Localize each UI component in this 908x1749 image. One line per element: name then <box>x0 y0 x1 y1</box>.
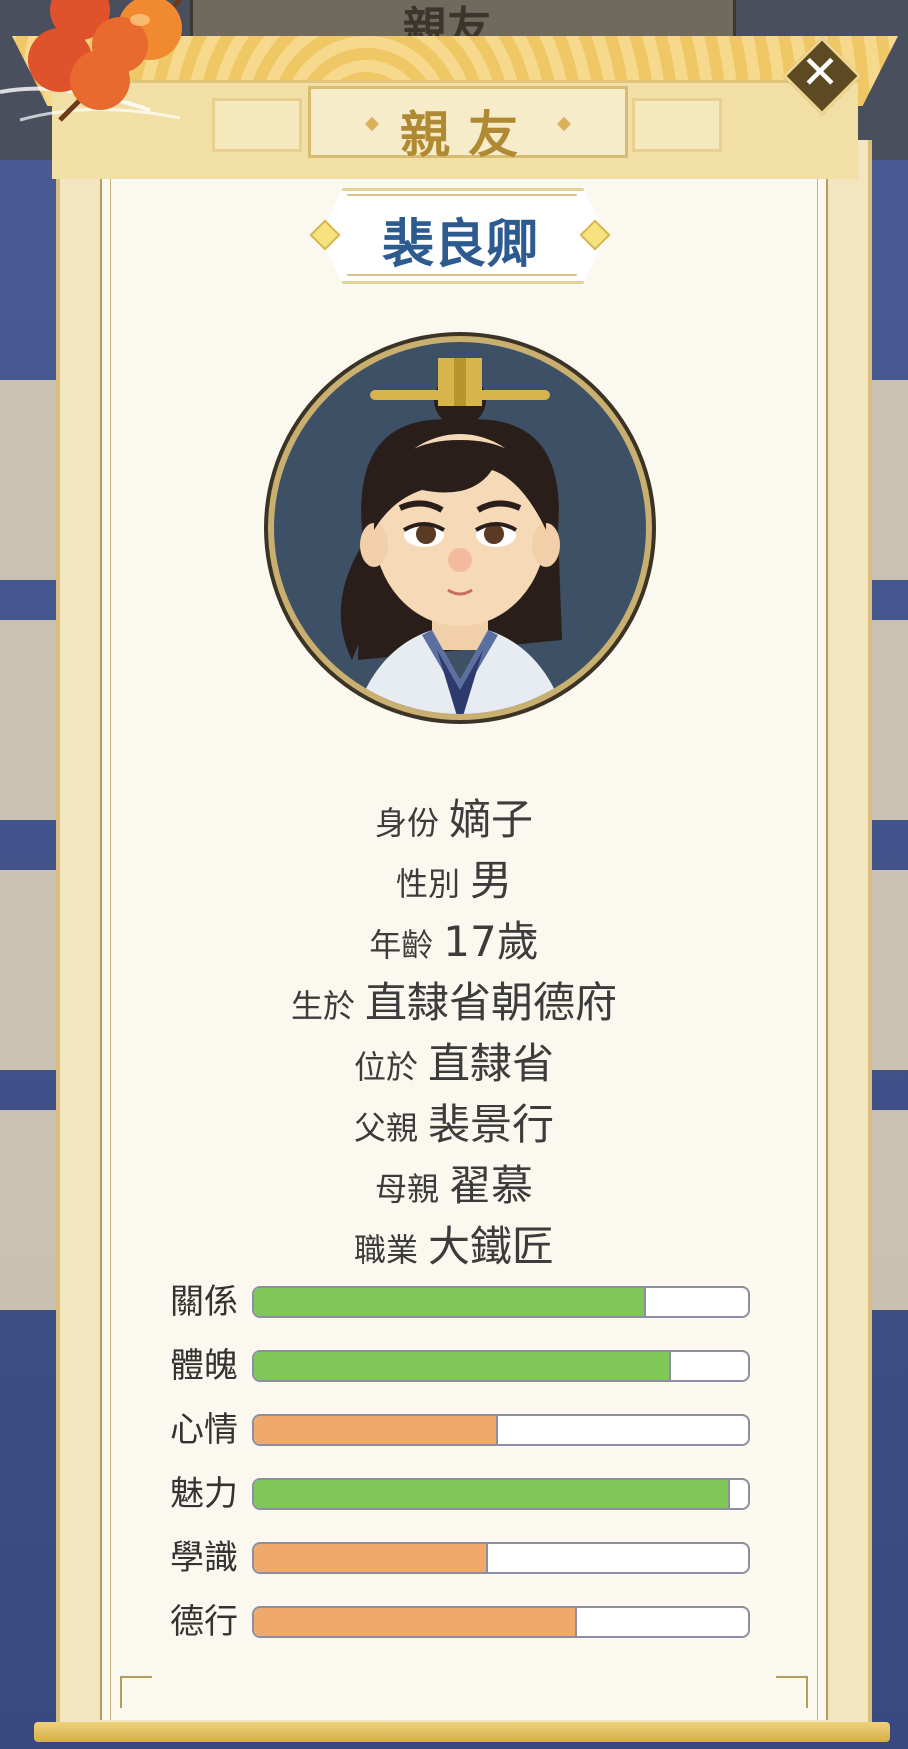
header-slot <box>632 98 722 152</box>
stat-bar-fill <box>254 1608 578 1636</box>
info-label: 父親 <box>353 1109 418 1147</box>
info-location: 位於 直隸省 <box>100 1030 808 1091</box>
stat-knowledge: 學識 <box>170 1538 750 1578</box>
stat-bar-fill <box>254 1288 647 1316</box>
stat-virtue: 德行 <box>170 1602 750 1642</box>
stat-bar <box>252 1414 750 1446</box>
header-title-box: 親友 <box>308 86 628 164</box>
stat-bar-fill <box>254 1352 671 1380</box>
info-father: 父親 裴景行 <box>100 1091 808 1152</box>
info-label: 年齡 <box>369 926 434 964</box>
info-value: 大鐵匠 <box>428 1222 555 1271</box>
info-label: 身份 <box>374 804 439 842</box>
stat-label: 學識 <box>170 1538 238 1578</box>
info-occupation: 職業 大鐵匠 <box>100 1213 808 1274</box>
header-slot <box>212 98 302 152</box>
background-card <box>0 870 56 1070</box>
stat-mood: 心情 <box>170 1410 750 1450</box>
stat-label: 體魄 <box>170 1346 238 1386</box>
stat-label: 關係 <box>170 1282 238 1322</box>
info-birthplace: 生於 直隸省朝德府 <box>100 969 808 1030</box>
stat-label: 心情 <box>170 1410 238 1450</box>
name-plate: 裴良卿 <box>309 188 611 284</box>
info-value: 嫡子 <box>449 795 534 844</box>
info-mother: 母親 翟慕 <box>100 1152 808 1213</box>
stat-bar-fill <box>254 1416 499 1444</box>
info-value: 翟慕 <box>449 1161 534 1210</box>
stat-label: 魅力 <box>170 1474 238 1514</box>
fruit-decoration-icon <box>0 0 182 122</box>
stat-charm: 魅力 <box>170 1474 750 1514</box>
background-card <box>0 620 56 820</box>
info-label: 職業 <box>353 1231 418 1269</box>
info-label: 性別 <box>395 865 460 903</box>
info-gender: 性別男 <box>100 847 808 908</box>
scroll-bottom-rod <box>34 1722 890 1742</box>
corner-ornament <box>776 1676 808 1708</box>
info-value: 17歲 <box>443 917 539 966</box>
info-value: 直隸省朝德府 <box>365 978 618 1027</box>
stat-bar <box>252 1286 750 1318</box>
info-value: 直隸省 <box>428 1039 555 1088</box>
info-label: 位於 <box>353 1048 418 1086</box>
background-card <box>0 380 56 580</box>
corner-ornament <box>120 1676 152 1708</box>
stat-bar <box>252 1542 750 1574</box>
stat-label: 德行 <box>170 1602 238 1642</box>
stat-physique: 體魄 <box>170 1346 750 1386</box>
stat-bar <box>252 1478 750 1510</box>
page-title: 親友 <box>400 106 536 164</box>
character-portrait <box>264 332 656 724</box>
info-value: 裴景行 <box>428 1100 555 1149</box>
close-x-icon: ✕ <box>800 45 840 99</box>
stat-bar <box>252 1606 750 1638</box>
stat-bar <box>252 1350 750 1382</box>
info-identity: 身份 嫡子 <box>100 786 808 847</box>
background-card <box>0 1110 56 1310</box>
info-label: 生於 <box>290 987 355 1025</box>
stat-relationship: 關係 <box>170 1282 750 1322</box>
character-name: 裴良卿 <box>381 215 538 275</box>
close-button[interactable]: ✕ <box>782 36 862 116</box>
info-age: 年齡 17歲 <box>100 908 808 969</box>
stat-bar-fill <box>254 1544 489 1572</box>
stat-bar-fill <box>254 1480 731 1508</box>
info-value: 男 <box>470 856 513 905</box>
info-label: 母親 <box>374 1170 439 1208</box>
